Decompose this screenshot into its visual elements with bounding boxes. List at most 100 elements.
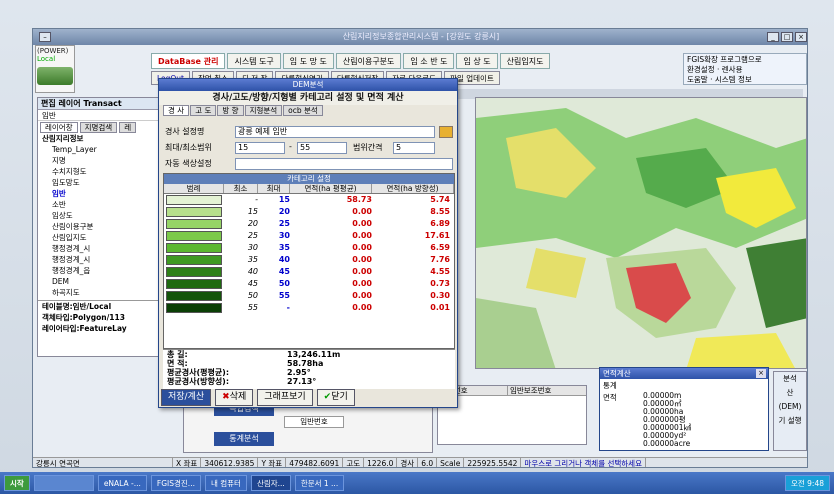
taskbar-item-fgis[interactable]: FGIS경진... bbox=[150, 475, 201, 491]
tab-slope[interactable]: 경 사 bbox=[163, 105, 190, 116]
delete-button[interactable]: ✖삭제 bbox=[215, 389, 254, 406]
summary-value: 2.95° bbox=[287, 368, 311, 377]
category-row[interactable]: 45 50 0.00 0.73 bbox=[164, 278, 454, 290]
slope-name-input[interactable]: 광릉 예제 임반 bbox=[235, 126, 435, 138]
link-fgis-ext[interactable]: FGIS확장 프로그램으로 bbox=[687, 55, 803, 65]
edit-layer-select[interactable]: 임반 bbox=[38, 110, 174, 121]
row-max: 15 bbox=[278, 195, 290, 204]
tab-place-search[interactable]: 지명검색 bbox=[79, 122, 118, 133]
dem-label: (DEM) bbox=[778, 402, 802, 411]
category-row[interactable]: 15 20 0.00 8.55 bbox=[164, 206, 454, 218]
layer-item[interactable]: 산림이용구분 bbox=[38, 221, 174, 232]
interval-input[interactable]: 5 bbox=[393, 142, 435, 154]
category-row[interactable]: 50 55 0.00 0.30 bbox=[164, 290, 454, 302]
summary-row: 평균경사(평평균): 2.95° bbox=[167, 368, 455, 377]
taskbar-item-enala[interactable]: eNALA -... bbox=[97, 475, 147, 491]
link-sysinfo[interactable]: 시스템 정보 bbox=[715, 75, 752, 84]
menu-compartment[interactable]: 임 소 반 도 bbox=[403, 53, 455, 69]
row-max: 25 bbox=[278, 219, 290, 228]
row-area-flat: 0.00 bbox=[352, 255, 372, 264]
category-row[interactable]: 35 40 0.00 7.76 bbox=[164, 254, 454, 266]
row-min: 25 bbox=[247, 231, 258, 240]
legend-swatch[interactable] bbox=[166, 255, 222, 265]
menu-forest-use[interactable]: 산림이용구분도 bbox=[335, 53, 402, 69]
run-label[interactable]: 기 설행 bbox=[774, 414, 806, 428]
menu-system-tools[interactable]: 시스템 도구 bbox=[227, 53, 281, 69]
tab-etc[interactable]: 레 bbox=[119, 122, 137, 133]
map-view[interactable] bbox=[475, 97, 807, 369]
summary-label: 평균경사(방향성): bbox=[167, 377, 230, 386]
layer-item[interactable]: 행정경계_시 bbox=[38, 254, 174, 265]
category-row[interactable]: 40 45 0.00 4.55 bbox=[164, 266, 454, 278]
category-row[interactable]: 20 25 0.00 6.89 bbox=[164, 218, 454, 230]
legend-swatch[interactable] bbox=[166, 279, 222, 289]
quick-launch[interactable] bbox=[33, 475, 94, 491]
link-usage[interactable]: 렌사용 bbox=[722, 65, 743, 74]
layer-info-layertype: 레이어타입:FeatureLay bbox=[42, 324, 127, 333]
layer-item[interactable]: 임상도 bbox=[38, 210, 174, 221]
row-min: 15 bbox=[247, 207, 258, 216]
taskbar-item-mycomputer[interactable]: 내 컴퓨터 bbox=[204, 475, 247, 491]
row-area-flat: 0.00 bbox=[352, 207, 372, 216]
row-area-flat: 0.00 bbox=[352, 231, 372, 240]
row-area-aspect: 0.01 bbox=[430, 303, 450, 312]
legend-swatch[interactable] bbox=[166, 291, 222, 301]
close-icon[interactable]: × bbox=[795, 32, 807, 42]
layer-item[interactable]: 지명 bbox=[38, 155, 174, 166]
layer-root[interactable]: 산림지리정보 bbox=[38, 133, 174, 144]
power-sub: Local bbox=[37, 55, 56, 63]
range-max-input[interactable]: 55 bbox=[297, 142, 347, 154]
layer-item[interactable]: 산림입지도 bbox=[38, 232, 174, 243]
legend-swatch[interactable] bbox=[166, 207, 222, 217]
auto-color-select[interactable] bbox=[235, 158, 453, 170]
menu-forest-site[interactable]: 산림입지도 bbox=[499, 53, 551, 69]
range-min-input[interactable]: 15 bbox=[235, 142, 285, 154]
category-row[interactable]: 30 35 0.00 6.59 bbox=[164, 242, 454, 254]
layer-info-type: 객체타입:Polygon/113 bbox=[42, 313, 125, 322]
menu-forest-road[interactable]: 임 도 망 도 bbox=[282, 53, 334, 69]
tab-aspect[interactable]: 방 향 bbox=[217, 105, 244, 116]
tab-terrain[interactable]: 지형분석 bbox=[244, 105, 283, 116]
layer-item[interactable]: DEM bbox=[38, 276, 174, 287]
category-row[interactable]: 25 30 0.00 17.61 bbox=[164, 230, 454, 242]
layer-item[interactable]: 행정경계_시 bbox=[38, 243, 174, 254]
stats-analysis-button[interactable]: 통계분석 bbox=[214, 432, 274, 446]
taskbar-item-forest[interactable]: 산림자... bbox=[250, 475, 291, 491]
area-panel-close-icon[interactable]: × bbox=[756, 369, 766, 378]
minimize-icon[interactable]: _ bbox=[767, 32, 779, 42]
layer-item-selected[interactable]: 임반 bbox=[38, 188, 174, 199]
legend-swatch[interactable] bbox=[166, 195, 222, 205]
layer-item[interactable]: 행정경계_읍 bbox=[38, 265, 174, 276]
save-calc-button[interactable]: 저장/계산 bbox=[161, 389, 212, 406]
close-button[interactable]: ✔닫기 bbox=[316, 389, 355, 406]
window-menu-icon[interactable]: – bbox=[39, 32, 51, 42]
menu-forest-type[interactable]: 임 상 도 bbox=[456, 53, 498, 69]
status-x-value: 340612.9385 bbox=[201, 458, 259, 467]
tab-layer[interactable]: 레이어창 bbox=[40, 122, 78, 133]
load-folder-icon[interactable] bbox=[439, 126, 453, 138]
layer-item[interactable]: 수치지형도 bbox=[38, 166, 174, 177]
legend-swatch[interactable] bbox=[166, 267, 222, 277]
tab-elevation[interactable]: 고 도 bbox=[190, 105, 217, 116]
graph-view-button[interactable]: 그래프보기 bbox=[257, 389, 313, 406]
dialog-tabs: 경 사 고 도 방 향 지형분석 ocb 분석 bbox=[159, 105, 457, 116]
start-button[interactable]: 시작 bbox=[4, 475, 30, 491]
layer-item[interactable]: Temp_Layer bbox=[38, 144, 174, 155]
layer-item[interactable]: 소반 bbox=[38, 199, 174, 210]
legend-swatch[interactable] bbox=[166, 243, 222, 253]
layer-item[interactable]: 임도망도 bbox=[38, 177, 174, 188]
link-settings[interactable]: 환경설정 bbox=[687, 65, 715, 74]
tab-ocb[interactable]: ocb 분석 bbox=[283, 105, 323, 116]
category-row[interactable]: - 15 58.73 5.74 bbox=[164, 194, 454, 206]
taskbar-item-doc[interactable]: 한문서 1 ... bbox=[294, 475, 345, 491]
legend-swatch[interactable] bbox=[166, 303, 222, 313]
menu-database[interactable]: DataBase 관리 bbox=[151, 53, 226, 69]
layer-panel: 편집 레이어 Transact 임반 레이어창 지명검색 레 산림지리정보 Te… bbox=[37, 97, 175, 357]
legend-swatch[interactable] bbox=[166, 231, 222, 241]
link-help[interactable]: 도움말 bbox=[687, 75, 708, 84]
col-area-flat: 면적(ha 평평균) bbox=[290, 184, 372, 193]
legend-swatch[interactable] bbox=[166, 219, 222, 229]
layer-item[interactable]: 하곡지도 bbox=[38, 287, 174, 298]
category-row[interactable]: 55 - 0.00 0.01 bbox=[164, 302, 454, 314]
maximize-icon[interactable]: □ bbox=[781, 32, 793, 42]
